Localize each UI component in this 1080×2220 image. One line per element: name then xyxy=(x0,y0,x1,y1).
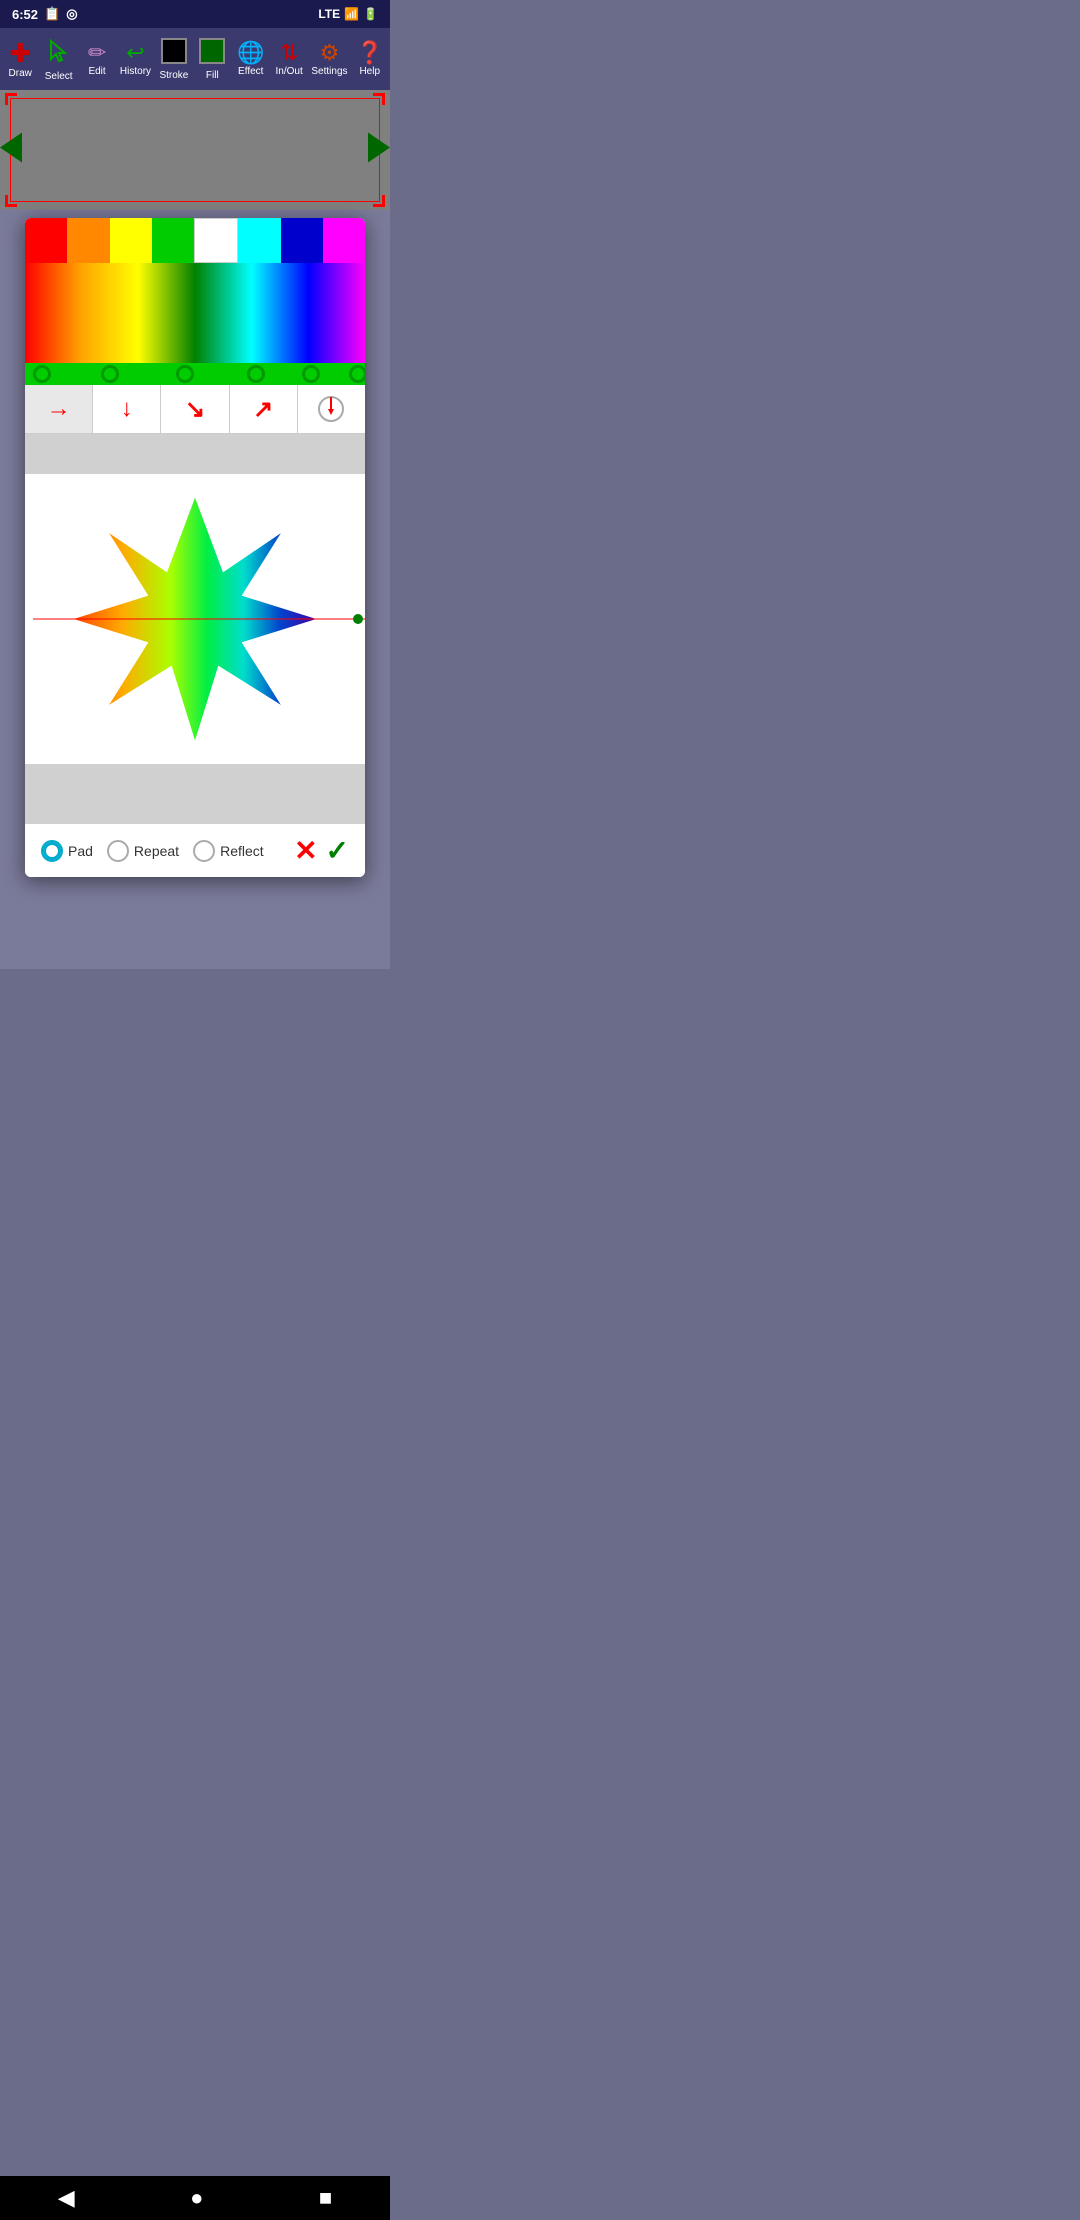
slider-dot-5[interactable] xyxy=(302,365,320,383)
history-icon: ↩ xyxy=(126,42,144,64)
slider-dot-6[interactable] xyxy=(349,365,365,383)
radio-reflect-circle[interactable] xyxy=(193,840,215,862)
gradient-dialog: → ↓ ↘ ↗ xyxy=(25,218,365,877)
dir-right-btn[interactable]: → xyxy=(25,385,93,433)
star-preview[interactable] xyxy=(25,474,365,764)
toolbar: ✚ Draw Select ✏ Edit ↩ History S xyxy=(0,28,390,90)
history-label: History xyxy=(120,66,151,77)
tool-draw[interactable]: ✚ Draw xyxy=(2,32,38,86)
edit-icon: ✏ xyxy=(88,42,106,64)
radio-reflect[interactable]: Reflect xyxy=(193,840,264,862)
handle-tr xyxy=(373,93,385,105)
radio-repeat-label: Repeat xyxy=(134,843,179,859)
gradient-line xyxy=(33,619,365,620)
slider-dot-1[interactable] xyxy=(33,365,51,383)
select-icon xyxy=(45,37,73,69)
inout-label: In/Out xyxy=(276,66,303,77)
radio-repeat[interactable]: Repeat xyxy=(107,840,179,862)
effect-label: Effect xyxy=(238,66,263,77)
battery-icon: 🔋 xyxy=(363,7,378,21)
status-bar: 6:52 📋 ◎ LTE 📶 🔋 xyxy=(0,0,390,28)
handle-br xyxy=(373,195,385,207)
dir-diagonal-down-btn[interactable]: ↘ xyxy=(161,385,229,433)
inout-icon: ⇅ xyxy=(280,42,298,64)
color-swatches-row xyxy=(25,218,365,263)
slider-dot-4[interactable] xyxy=(247,365,265,383)
swatch-green[interactable] xyxy=(152,218,194,263)
swatch-yellow[interactable] xyxy=(110,218,152,263)
handle-tl xyxy=(5,93,17,105)
tool-settings[interactable]: ⚙ Settings xyxy=(309,32,349,86)
direction-buttons: → ↓ ↘ ↗ xyxy=(25,385,365,434)
sim-icon: 📋 xyxy=(44,6,60,22)
canvas-arrow-right[interactable] xyxy=(368,133,390,168)
record-icon: ◎ xyxy=(66,6,77,22)
gradient-slider-track[interactable] xyxy=(25,363,365,385)
preview-top-padding xyxy=(25,454,365,474)
gradient-line-end-dot xyxy=(353,614,363,624)
stroke-icon xyxy=(161,38,187,68)
handle-bl xyxy=(5,195,17,207)
selection-border xyxy=(10,98,380,202)
gradient-spectrum[interactable] xyxy=(25,263,365,363)
swatch-magenta[interactable] xyxy=(323,218,365,263)
tool-stroke[interactable]: Stroke xyxy=(156,32,192,86)
ok-button[interactable]: ✓ xyxy=(326,834,349,867)
stroke-label: Stroke xyxy=(159,70,188,81)
draw-label: Draw xyxy=(9,68,32,79)
lte-label: LTE xyxy=(318,7,340,21)
tool-fill[interactable]: Fill xyxy=(194,32,230,86)
dir-diagonal-up-btn[interactable]: ↗ xyxy=(230,385,298,433)
swatch-blue[interactable] xyxy=(281,218,323,263)
nav-bar: ◀ ● ■ xyxy=(0,2176,390,2220)
nav-home-btn[interactable]: ● xyxy=(190,2185,203,2211)
swatch-red[interactable] xyxy=(25,218,67,263)
canvas-below xyxy=(0,885,390,925)
draw-icon: ✚ xyxy=(9,40,31,66)
preview-bottom-padding xyxy=(25,764,365,824)
canvas-area[interactable] xyxy=(0,90,390,210)
swatch-cyan[interactable] xyxy=(238,218,280,263)
radio-pad[interactable]: Pad xyxy=(41,840,93,862)
tool-history[interactable]: ↩ History xyxy=(117,32,153,86)
settings-label: Settings xyxy=(311,66,347,77)
effect-icon: 🌐 xyxy=(237,42,264,64)
fill-icon xyxy=(199,38,225,68)
canvas-arrow-left[interactable] xyxy=(0,133,22,168)
tool-help[interactable]: ❓ Help xyxy=(352,32,388,86)
help-icon: ❓ xyxy=(356,42,383,64)
tool-select[interactable]: Select xyxy=(40,32,76,86)
tool-effect[interactable]: 🌐 Effect xyxy=(233,32,269,86)
edit-label: Edit xyxy=(88,66,105,77)
signal-icon: 📶 xyxy=(344,7,359,21)
radio-pad-circle[interactable] xyxy=(41,840,63,862)
settings-icon: ⚙ xyxy=(320,42,340,64)
dir-radial-btn[interactable] xyxy=(298,385,365,433)
radio-repeat-circle[interactable] xyxy=(107,840,129,862)
radio-pad-label: Pad xyxy=(68,843,93,859)
dialog-footer: Pad Repeat Reflect ✕ ✓ xyxy=(25,824,365,877)
slider-dot-2[interactable] xyxy=(101,365,119,383)
slider-dot-3[interactable] xyxy=(176,365,194,383)
swatch-orange[interactable] xyxy=(67,218,109,263)
nav-back-btn[interactable]: ◀ xyxy=(58,2185,75,2211)
cancel-button[interactable]: ✕ xyxy=(294,834,317,867)
spread-options: Pad Repeat Reflect xyxy=(41,840,286,862)
dir-down-btn[interactable]: ↓ xyxy=(93,385,161,433)
radio-reflect-label: Reflect xyxy=(220,843,264,859)
fill-label: Fill xyxy=(206,70,219,81)
swatch-white[interactable] xyxy=(194,218,238,263)
nav-recent-btn[interactable]: ■ xyxy=(319,2185,332,2211)
preview-area xyxy=(25,434,365,824)
tool-inout[interactable]: ⇅ In/Out xyxy=(271,32,307,86)
time: 6:52 xyxy=(12,7,38,22)
help-label: Help xyxy=(359,66,380,77)
tool-edit[interactable]: ✏ Edit xyxy=(79,32,115,86)
select-label: Select xyxy=(45,71,73,82)
